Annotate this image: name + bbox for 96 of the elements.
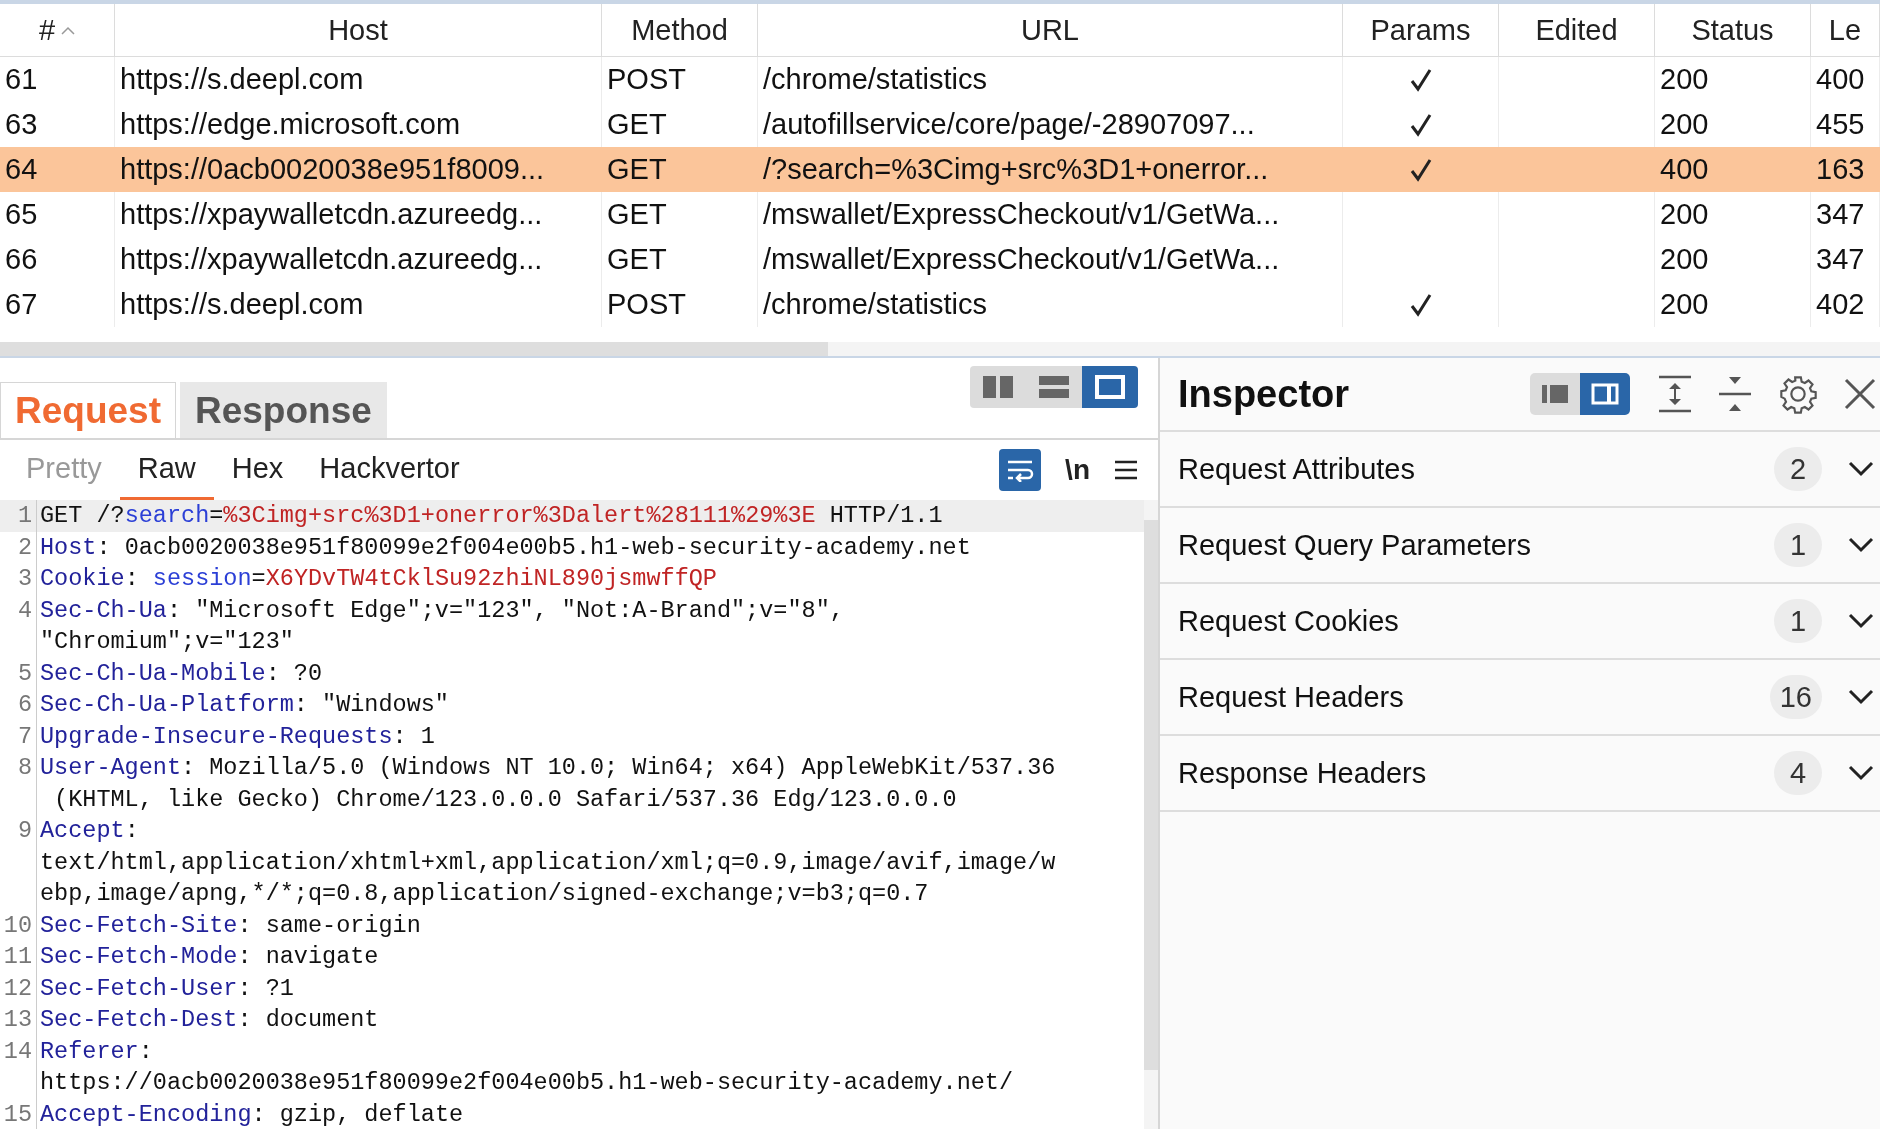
code-line: "Chromium";v="123" <box>40 627 295 657</box>
code-line: Accept-Encoding: gzip, deflate <box>40 1099 464 1129</box>
section-label: Response Headers <box>1178 756 1427 790</box>
section-label: Request Query Parameters <box>1178 528 1531 562</box>
table-cell-text: 64 <box>4 152 39 187</box>
code-line: Sec-Fetch-Mode: navigate <box>40 942 379 972</box>
code-line: Sec-Fetch-Dest: document <box>40 1005 379 1035</box>
line-number: 8 <box>0 752 37 815</box>
checkmark-icon <box>1409 112 1432 137</box>
wrap-icon <box>1006 458 1035 482</box>
close-icon[interactable] <box>1844 378 1876 410</box>
table-cell-text: GET <box>606 152 668 187</box>
split-rows-icon <box>1039 376 1069 398</box>
line-number: 15 <box>0 1098 37 1129</box>
layout-button[interactable] <box>1026 366 1082 408</box>
collapse-vertical-icon[interactable] <box>1718 375 1752 413</box>
table-cell-text: /?search=%3Cimg+src%3D1+onerror... <box>762 152 1270 187</box>
line-number: 5 <box>0 657 37 689</box>
line-number: 14 <box>0 1035 37 1099</box>
code-line: (KHTML, like Gecko) Chrome/123.0.0.0 Safari/537.36 Edg/123.0.0.0 <box>53 784 958 815</box>
count-badge: 4 <box>1774 751 1822 795</box>
inspector-layout-button[interactable] <box>1580 373 1630 415</box>
inspector-section[interactable]: Request Headers 16 <box>1160 660 1880 736</box>
inspector-section[interactable]: Request Cookies 1 <box>1160 584 1880 660</box>
section-label: Request Headers <box>1178 680 1404 714</box>
line-number: 11 <box>0 941 37 973</box>
menu-icon[interactable] <box>1114 460 1138 480</box>
line-number: 7 <box>0 720 37 752</box>
line-number: 12 <box>0 972 37 1004</box>
code-line: https://0acb0020038e951f80099e2f004e00b5.h1-web-security-academy.net/ <box>40 1068 1014 1098</box>
vertical-scrollbar[interactable] <box>1144 500 1158 1129</box>
code-line: Cookie: session=X6YDvTW4tCklSu92zhiNL890jsmwffQP <box>40 564 717 594</box>
layout-button[interactable] <box>1082 366 1138 408</box>
code-line: Sec-Fetch-Site: same-origin <box>40 910 421 941</box>
code-line: Sec-Ch-Ua: "Microsoft Edge";v="123", "Not:A-Brand";v="8", <box>40 595 844 626</box>
line-number: 13 <box>0 1004 37 1036</box>
expand-vertical-icon[interactable] <box>1658 375 1692 413</box>
code-line: Sec-Fetch-User: ?1 <box>40 973 294 1004</box>
line-number: 1 <box>0 500 37 532</box>
chevron-down-icon[interactable] <box>1848 613 1874 629</box>
count-badge: 1 <box>1774 599 1822 643</box>
layout-button[interactable] <box>970 366 1026 408</box>
section-label: Request Cookies <box>1178 604 1399 638</box>
code-line: User-Agent: Mozilla/5.0 (Windows NT 10.0; Win64; x64) AppleWebKit/537.36 <box>40 753 1056 783</box>
chevron-down-icon[interactable] <box>1848 765 1874 781</box>
panel-right-icon <box>1591 383 1619 405</box>
panel-left-icon <box>1542 383 1568 405</box>
table-cell-text: https://0acb0020038e951f8009... <box>119 152 546 187</box>
view-tab[interactable]: Hackvertor <box>301 440 478 500</box>
checkmark-icon <box>1409 67 1432 92</box>
code-line: Upgrade-Insecure-Requests: 1 <box>40 721 435 752</box>
checkmark-icon <box>1409 157 1432 182</box>
split-columns-icon <box>983 376 1013 398</box>
inspector-section[interactable]: Response Headers 4 <box>1160 736 1880 812</box>
table-cell: https://s.deepl.com <box>115 282 602 327</box>
line-number: 4 <box>0 594 37 658</box>
settings-icon[interactable] <box>1778 374 1818 414</box>
code-line: ebp,image/apng,*/*;q=0.8,application/signed-exchange;v=b3;q=0.7 <box>40 879 930 909</box>
count-badge: 16 <box>1769 675 1822 719</box>
section-label: Request Attributes <box>1178 452 1415 486</box>
checkmark-icon <box>1409 292 1432 317</box>
code-line: GET /?search=%3Cimg+src%3D1+onerror%3Dalert%28111%29%3E HTTP/1.1 <box>40 501 943 531</box>
chevron-down-icon[interactable] <box>1848 537 1874 553</box>
line-number: 6 <box>0 689 37 721</box>
single-pane-icon <box>1095 375 1125 399</box>
code-line: Host: 0acb0020038e951f80099e2f004e00b5.h1-web-security-academy.net <box>40 532 971 563</box>
chevron-down-icon[interactable] <box>1848 461 1874 477</box>
editor-tab[interactable]: Response <box>180 382 387 438</box>
code-line: Sec-Ch-Ua-Platform: "Windows" <box>40 690 449 720</box>
line-number: 3 <box>0 563 37 595</box>
code-line: text/html,application/xhtml+xml,application/xml;q=0.9,image/avif,image/w <box>40 847 1056 878</box>
newline-toggle-button[interactable]: \n <box>1059 454 1096 486</box>
table-cell: 67 <box>0 282 115 327</box>
table-cell: 402 <box>1811 282 1880 327</box>
table-cell: POST <box>602 282 758 327</box>
table-cell: 200 <box>1655 282 1811 327</box>
inspector-layout-button[interactable] <box>1530 373 1580 415</box>
inspector-section[interactable]: Request Query Parameters 1 <box>1160 508 1880 584</box>
count-badge: 2 <box>1774 447 1822 491</box>
view-tab[interactable]: Hex <box>213 440 302 500</box>
code-line: Accept: <box>40 816 140 846</box>
inspector-section[interactable]: Request Attributes 2 <box>1160 432 1880 508</box>
word-wrap-button[interactable] <box>999 449 1042 491</box>
code-line: Sec-Ch-Ua-Mobile: ?0 <box>40 658 323 689</box>
horizontal-scrollbar[interactable] <box>0 342 1880 356</box>
inspector-title: Inspector <box>1178 372 1350 416</box>
line-number: 10 <box>0 909 37 941</box>
line-number: 2 <box>0 531 37 563</box>
chevron-down-icon[interactable] <box>1848 689 1874 705</box>
table-cell-text: 163 <box>1815 152 1866 187</box>
table-row[interactable]: 64 https://0acb0020038e951f8009... GET /?search=%3Cimg+src%3D1+onerror... 400 163 <box>0 147 1880 192</box>
table-cell-text: 400 <box>1659 152 1710 187</box>
count-badge: 1 <box>1774 523 1822 567</box>
table-cell: /chrome/statistics <box>758 282 1343 327</box>
line-number: 9 <box>0 815 37 910</box>
code-line: Referer: <box>40 1036 154 1067</box>
